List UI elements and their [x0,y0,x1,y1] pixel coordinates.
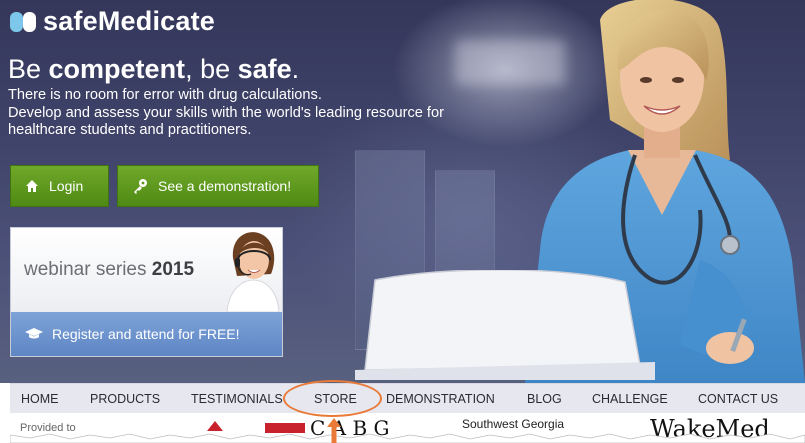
brand-name: safeMedicate [43,6,215,36]
register-button[interactable]: Register and attend for FREE! [11,312,282,356]
nav-item-demonstration[interactable]: DEMONSTRATION [386,392,495,406]
hero-banner: safeMedicate Be competent, be safe. Ther… [0,0,805,383]
tagline-strong: competent [48,54,186,84]
intro-line: healthcare students and practitioners. [8,122,252,138]
nav-item-blog[interactable]: BLOG [527,392,562,406]
hero-tagline: Be competent, be safe. [8,54,299,85]
register-label: Register and attend for FREE! [52,326,240,342]
tagline-text: . [291,54,300,84]
laptop-image [355,270,655,380]
demo-button[interactable]: See a demonstration! [117,165,319,207]
webinar-year: 2015 [151,259,195,280]
webinar-title: webinar series 2015 [24,259,194,281]
partner-logos-strip: Provided to C A B G Southwest Georgia Wa… [10,413,805,443]
arrow-up-icon [327,418,341,443]
webinar-promo[interactable]: webinar series 2015 Register and attend … [10,227,283,357]
headset-woman-photo [226,232,280,312]
intro-line: There is no room for error with drug cal… [8,87,322,103]
intro-line: Develop and assess your skills with the … [8,104,444,121]
key-icon [134,179,147,194]
tagline-text: , be [185,54,238,84]
main-nav: HOME PRODUCTS TESTIMONIALS STORE DEMONST… [10,383,805,413]
hero-intro: There is no room for error with drug cal… [8,87,488,140]
nav-item-challenge[interactable]: CHALLENGE [592,392,668,406]
demo-label: See a demonstration! [158,178,292,194]
login-button[interactable]: Login [10,165,109,207]
home-icon [26,180,38,192]
brand-logo[interactable]: safeMedicate [9,6,215,37]
login-label: Login [49,178,84,194]
tagline-text: Be [8,54,49,84]
nav-item-contact-us[interactable]: CONTACT US [698,392,778,406]
capsule-icon [10,11,36,32]
nav-item-store[interactable]: STORE [314,392,357,406]
tagline-strong: safe [237,54,292,84]
webinar-title-text: webinar series [24,259,147,280]
torn-edge [10,433,805,443]
nav-item-home[interactable]: HOME [21,392,59,406]
graduation-cap-icon [25,328,43,339]
webinar-banner: webinar series 2015 [11,228,282,312]
nav-item-testimonials[interactable]: TESTIMONIALS [191,392,283,406]
nav-item-products[interactable]: PRODUCTS [90,392,160,406]
